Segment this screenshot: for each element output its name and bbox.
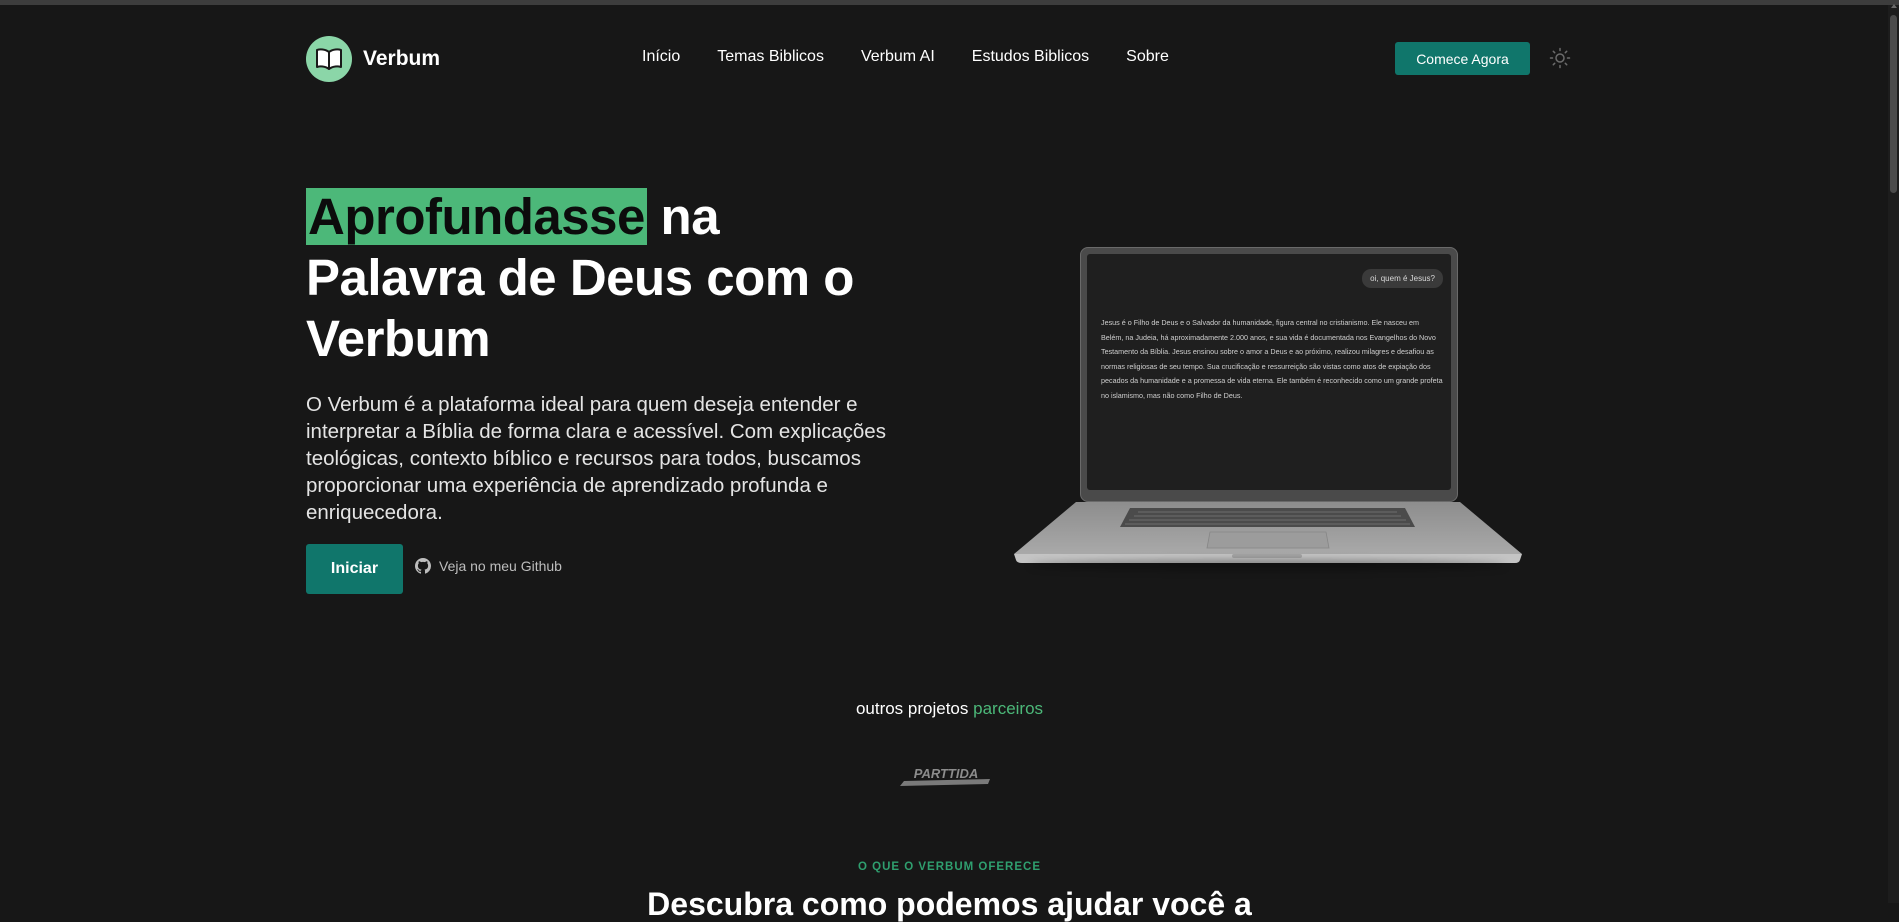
nav-item-estudos-biblicos[interactable]: Estudos Biblicos: [972, 48, 1089, 66]
hero-description: O Verbum é a plataforma ideal para quem …: [306, 393, 886, 524]
partners-label-highlight: parceiros: [973, 699, 1044, 718]
github-link-label: Veja no meu Github: [439, 558, 562, 574]
sun-icon[interactable]: [1549, 47, 1571, 69]
section-kicker: O QUE O VERBUM OFERECE: [857, 861, 1042, 873]
partners-label: outros projetos: [855, 699, 969, 718]
logo-link[interactable]: Verbum: [306, 36, 440, 82]
brand-name: Verbum: [363, 47, 441, 70]
scroll-up-arrow-icon[interactable]: [1891, 4, 1897, 8]
main-nav: Início Temas Biblicos Verbum AI Estudos …: [642, 48, 1206, 66]
start-now-button[interactable]: Comece Agora: [1395, 42, 1530, 75]
chat-demo-screen: oi, quem é Jesus? Jesus é o Filho de Deu…: [1087, 254, 1451, 490]
start-button[interactable]: Iniciar: [306, 544, 403, 594]
nav-item-inicio[interactable]: Início: [642, 48, 680, 66]
github-icon: [415, 558, 431, 574]
section-title: Descubra como podemos ajudar você a: [647, 886, 1252, 922]
hero-title: Aprofundasse na Palavra de Deus com o Ve…: [306, 186, 866, 369]
scrollbar-thumb[interactable]: [1890, 15, 1897, 193]
window-top-border: [0, 0, 1899, 5]
laptop-screen-frame: oi, quem é Jesus? Jesus é o Filho de Deu…: [1080, 247, 1458, 502]
page-scrollbar[interactable]: [1888, 4, 1899, 903]
nav-item-verbum-ai[interactable]: Verbum AI: [861, 48, 935, 66]
parttida-logo-text: PARTTIDA: [914, 766, 979, 781]
laptop-keyboard-base: [1014, 502, 1522, 563]
partners-heading: outros projetos parceiros: [0, 699, 1899, 719]
open-book-icon: [306, 36, 352, 82]
nav-item-temas-biblicos[interactable]: Temas Biblicos: [717, 48, 824, 66]
parttida-logo[interactable]: PARTTIDA: [898, 764, 994, 788]
laptop-shadow: [1030, 560, 1505, 570]
github-link[interactable]: Veja no meu Github: [415, 558, 562, 574]
ai-answer-text: Jesus é o Filho de Deus e o Salvador da …: [1101, 318, 1443, 400]
hero-title-highlight: Aprofundasse: [306, 188, 647, 245]
user-question-bubble: oi, quem é Jesus?: [1362, 269, 1443, 288]
nav-item-sobre[interactable]: Sobre: [1126, 48, 1169, 66]
laptop-mockup: oi, quem é Jesus? Jesus é o Filho de Deu…: [1010, 247, 1525, 570]
